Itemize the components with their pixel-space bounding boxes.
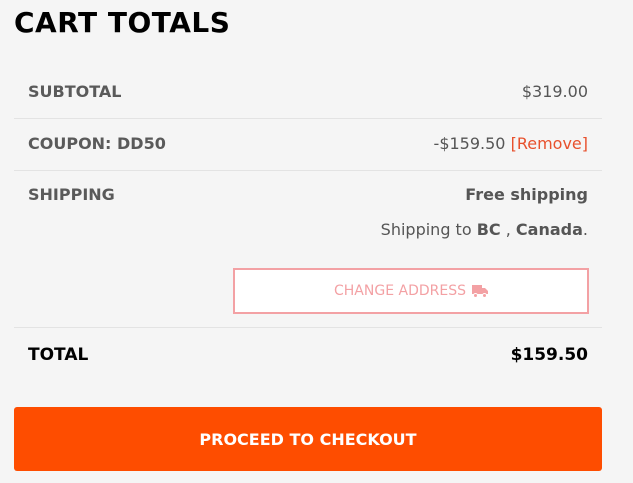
- shipping-destination-prefix: Shipping to: [380, 220, 472, 239]
- coupon-discount-value: -$159.50: [433, 134, 506, 153]
- shipping-row: SHIPPING Free shipping Shipping to BC , …: [14, 170, 602, 327]
- shipping-destination: Shipping to BC , Canada.: [380, 220, 588, 239]
- shipping-method: Free shipping: [465, 185, 588, 204]
- total-label: TOTAL: [28, 345, 89, 365]
- coupon-value-wrap: -$159.50 [Remove]: [434, 134, 588, 153]
- cart-totals-title: CART TOTALS: [14, 6, 231, 39]
- total-value: $159.50: [510, 345, 588, 365]
- subtotal-label: SUBTOTAL: [28, 82, 122, 101]
- coupon-row: COUPON: DD50 -$159.50 [Remove]: [14, 118, 602, 170]
- truck-icon: [471, 284, 488, 298]
- change-address-button[interactable]: CHANGE ADDRESS: [233, 268, 589, 314]
- cart-totals-table: SUBTOTAL $319.00 COUPON: DD50 -$159.50 […: [14, 66, 602, 383]
- proceed-to-checkout-button[interactable]: PROCEED TO CHECKOUT: [14, 407, 602, 471]
- remove-coupon-link[interactable]: [Remove]: [511, 134, 588, 153]
- shipping-country: Canada: [515, 220, 583, 239]
- coupon-label: COUPON: DD50: [28, 134, 166, 153]
- subtotal-value: $319.00: [521, 82, 588, 101]
- change-address-label: CHANGE ADDRESS: [334, 283, 466, 299]
- subtotal-row: SUBTOTAL $319.00: [14, 66, 602, 118]
- cart-totals-panel: CART TOTALS SUBTOTAL $319.00 COUPON: DD5…: [0, 0, 633, 483]
- shipping-label: SHIPPING: [28, 185, 115, 204]
- shipping-province: BC: [476, 220, 501, 239]
- total-row: TOTAL $159.50: [14, 327, 602, 383]
